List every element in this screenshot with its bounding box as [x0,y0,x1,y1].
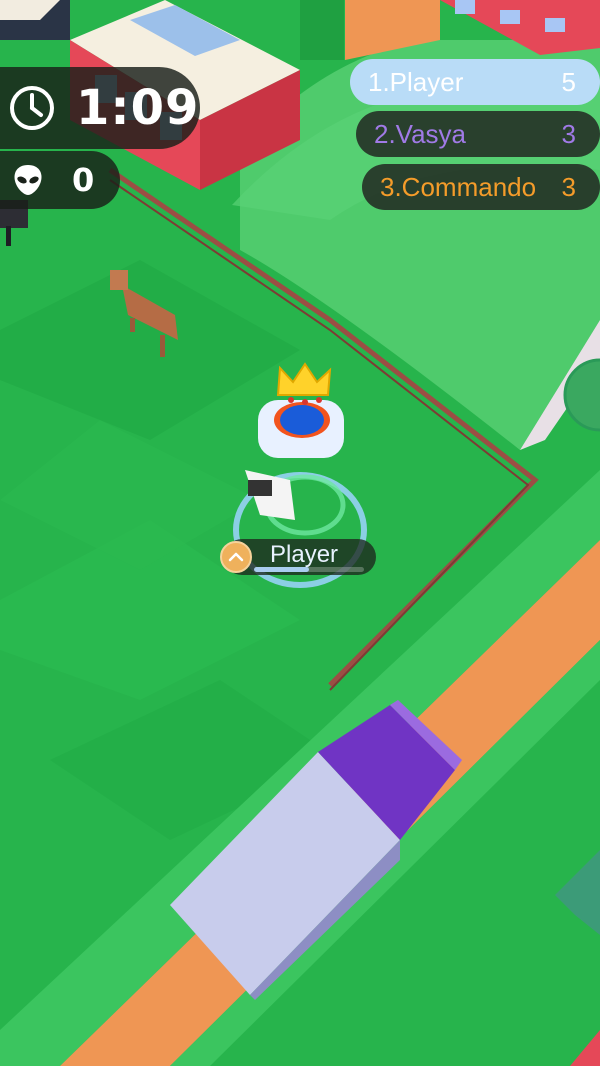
level-badge [220,541,252,573]
leaderboard-score: 3 [561,172,576,202]
kills-panel: 0 [0,151,120,209]
leaderboard-row: 3.Commando 3 [362,164,600,210]
timer-value: 1:09 [76,80,200,136]
leaderboard-name: 1.Player [368,67,464,97]
player-nameplate: Player [220,539,376,575]
player-progress-bar [254,567,364,572]
clock-icon [8,84,56,132]
timer-panel: 1:09 [0,67,200,149]
leaderboard-score: 3 [561,119,576,149]
leaderboard-row: 1.Player 5 [350,59,600,105]
alien-icon [10,162,46,198]
player-progress-fill [254,567,309,572]
leaderboard-score: 5 [561,67,576,97]
player-name: Player [270,541,339,568]
leaderboard-row: 2.Vasya 3 [356,111,600,157]
leaderboard-name: 3.Commando [380,172,537,202]
leaderboard-name: 2.Vasya [374,119,467,149]
kills-value: 0 [72,161,95,199]
